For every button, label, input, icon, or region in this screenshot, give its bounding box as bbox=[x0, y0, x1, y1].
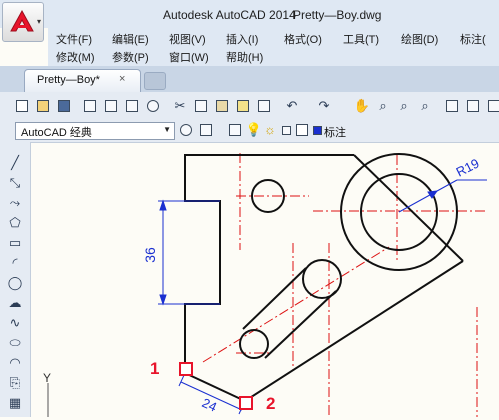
autocad-logo-icon bbox=[10, 9, 34, 32]
dim-r19-label: R19 bbox=[454, 155, 482, 179]
app-title: Autodesk AutoCAD 2014 bbox=[163, 8, 296, 22]
menu-format[interactable]: 格式(O) bbox=[284, 31, 322, 47]
ucs-y-label: Y bbox=[43, 371, 52, 385]
close-icon[interactable]: × bbox=[119, 73, 125, 85]
cut-icon[interactable]: ✂ bbox=[170, 96, 190, 116]
match-properties-icon[interactable] bbox=[233, 96, 253, 116]
menu-draw[interactable]: 绘图(D) bbox=[401, 31, 438, 47]
marker-1-box[interactable] bbox=[179, 362, 193, 376]
menu-window[interactable]: 窗口(W) bbox=[169, 49, 209, 65]
line-icon[interactable]: ╱ bbox=[6, 154, 24, 172]
menu-dimension[interactable]: 标注( bbox=[460, 31, 486, 47]
workspace-select-value: AutoCAD 经典 bbox=[21, 127, 92, 139]
tab-document-label: Pretty—Boy* bbox=[37, 74, 100, 86]
tool-palettes-icon[interactable] bbox=[484, 96, 499, 116]
menu-parameters[interactable]: 参数(P) bbox=[112, 49, 149, 65]
menu-bar: 文件(F) 编辑(E) 视图(V) 插入(I) 格式(O) 工具(T) 绘图(D… bbox=[48, 28, 499, 46]
menu-help[interactable]: 帮助(H) bbox=[226, 49, 263, 65]
menu-view[interactable]: 视图(V) bbox=[169, 31, 206, 47]
paste-icon[interactable] bbox=[212, 96, 232, 116]
document-tab-strip: Pretty—Boy* × bbox=[0, 66, 499, 92]
marker-2-label: 2 bbox=[266, 394, 276, 413]
zoom-realtime-icon[interactable]: ⌕ bbox=[373, 96, 393, 116]
save-icon[interactable] bbox=[54, 96, 74, 116]
zoom-window-icon[interactable]: ⌕ bbox=[394, 96, 414, 116]
3d-publish-icon[interactable] bbox=[143, 96, 163, 116]
application-menu-button[interactable]: ▾ bbox=[2, 2, 44, 42]
workspace-save-icon[interactable] bbox=[196, 120, 216, 140]
rectangle-icon[interactable]: ▭ bbox=[6, 234, 24, 252]
new-tab-button[interactable] bbox=[144, 72, 166, 90]
standard-toolbar: ✂ ↶ ↷ ✋ ⌕ ⌕ ⌕ bbox=[0, 92, 499, 119]
dim-36-label: 36 bbox=[142, 247, 158, 263]
polyline-icon[interactable]: ⤳ bbox=[6, 194, 24, 212]
design-center-icon[interactable] bbox=[463, 96, 483, 116]
chevron-down-icon: ▾ bbox=[36, 17, 41, 26]
ellipse-arc-icon[interactable]: ◠ bbox=[6, 354, 24, 372]
insert-block-icon[interactable]: ⎘ bbox=[6, 374, 24, 392]
part-outline bbox=[184, 153, 464, 402]
menu-insert[interactable]: 插入(I) bbox=[226, 31, 258, 47]
drawing-svg: 36 R19 24 bbox=[47, 153, 487, 417]
workspace-settings-icon[interactable] bbox=[176, 120, 196, 140]
undo-icon[interactable]: ↶ bbox=[282, 96, 302, 116]
make-block-icon[interactable]: ▦ bbox=[6, 394, 24, 412]
redo-icon[interactable]: ↷ bbox=[314, 96, 334, 116]
circle-icon[interactable]: ◯ bbox=[6, 274, 24, 292]
plot-icon[interactable] bbox=[80, 96, 100, 116]
polygon-icon[interactable]: ⬠ bbox=[6, 214, 24, 232]
revcloud-icon[interactable]: ☁ bbox=[6, 294, 24, 312]
menu-edit[interactable]: 编辑(E) bbox=[112, 31, 149, 47]
layer-properties-icon[interactable] bbox=[225, 120, 245, 140]
open-icon[interactable] bbox=[33, 96, 53, 116]
spline-icon[interactable]: ∿ bbox=[6, 314, 24, 332]
marker-1-label: 1 bbox=[150, 359, 160, 378]
menu-modify[interactable]: 修改(M) bbox=[56, 49, 95, 65]
properties-icon[interactable] bbox=[442, 96, 462, 116]
draw-toolbar: ╱ ⤡ ⤳ ⬠ ▭ ◜ ◯ ☁ ∿ ⬭ ◠ ⎘ ▦ bbox=[0, 142, 31, 417]
preview-icon[interactable] bbox=[101, 96, 121, 116]
file-title: Pretty—Boy.dwg bbox=[293, 8, 382, 22]
drawing-canvas[interactable]: 36 R19 24 bbox=[31, 143, 499, 417]
title-bar: Autodesk AutoCAD 2014 Pretty—Boy.dwg bbox=[0, 0, 499, 28]
publish-icon[interactable] bbox=[122, 96, 142, 116]
workspace-select[interactable]: AutoCAD 经典 ▼ bbox=[15, 122, 175, 140]
marker-2-box[interactable] bbox=[239, 396, 253, 410]
pan-icon[interactable]: ✋ bbox=[352, 96, 372, 116]
block-editor-icon[interactable] bbox=[254, 96, 274, 116]
tab-document[interactable]: Pretty—Boy* × bbox=[24, 69, 141, 92]
zoom-previous-icon[interactable]: ⌕ bbox=[415, 96, 435, 116]
layer-name[interactable]: 标注 bbox=[324, 124, 346, 140]
construction-line-icon[interactable]: ⤡ bbox=[6, 174, 24, 192]
copy-icon[interactable] bbox=[191, 96, 211, 116]
menu-file[interactable]: 文件(F) bbox=[56, 31, 92, 47]
new-icon[interactable] bbox=[12, 96, 32, 116]
menu-tools[interactable]: 工具(T) bbox=[343, 31, 379, 47]
arc-icon[interactable]: ◜ bbox=[6, 254, 24, 272]
chevron-down-icon: ▼ bbox=[163, 125, 171, 134]
menu-bar-row2: 修改(M) 参数(P) 窗口(W) 帮助(H) bbox=[48, 46, 499, 66]
ellipse-icon[interactable]: ⬭ bbox=[6, 334, 24, 352]
